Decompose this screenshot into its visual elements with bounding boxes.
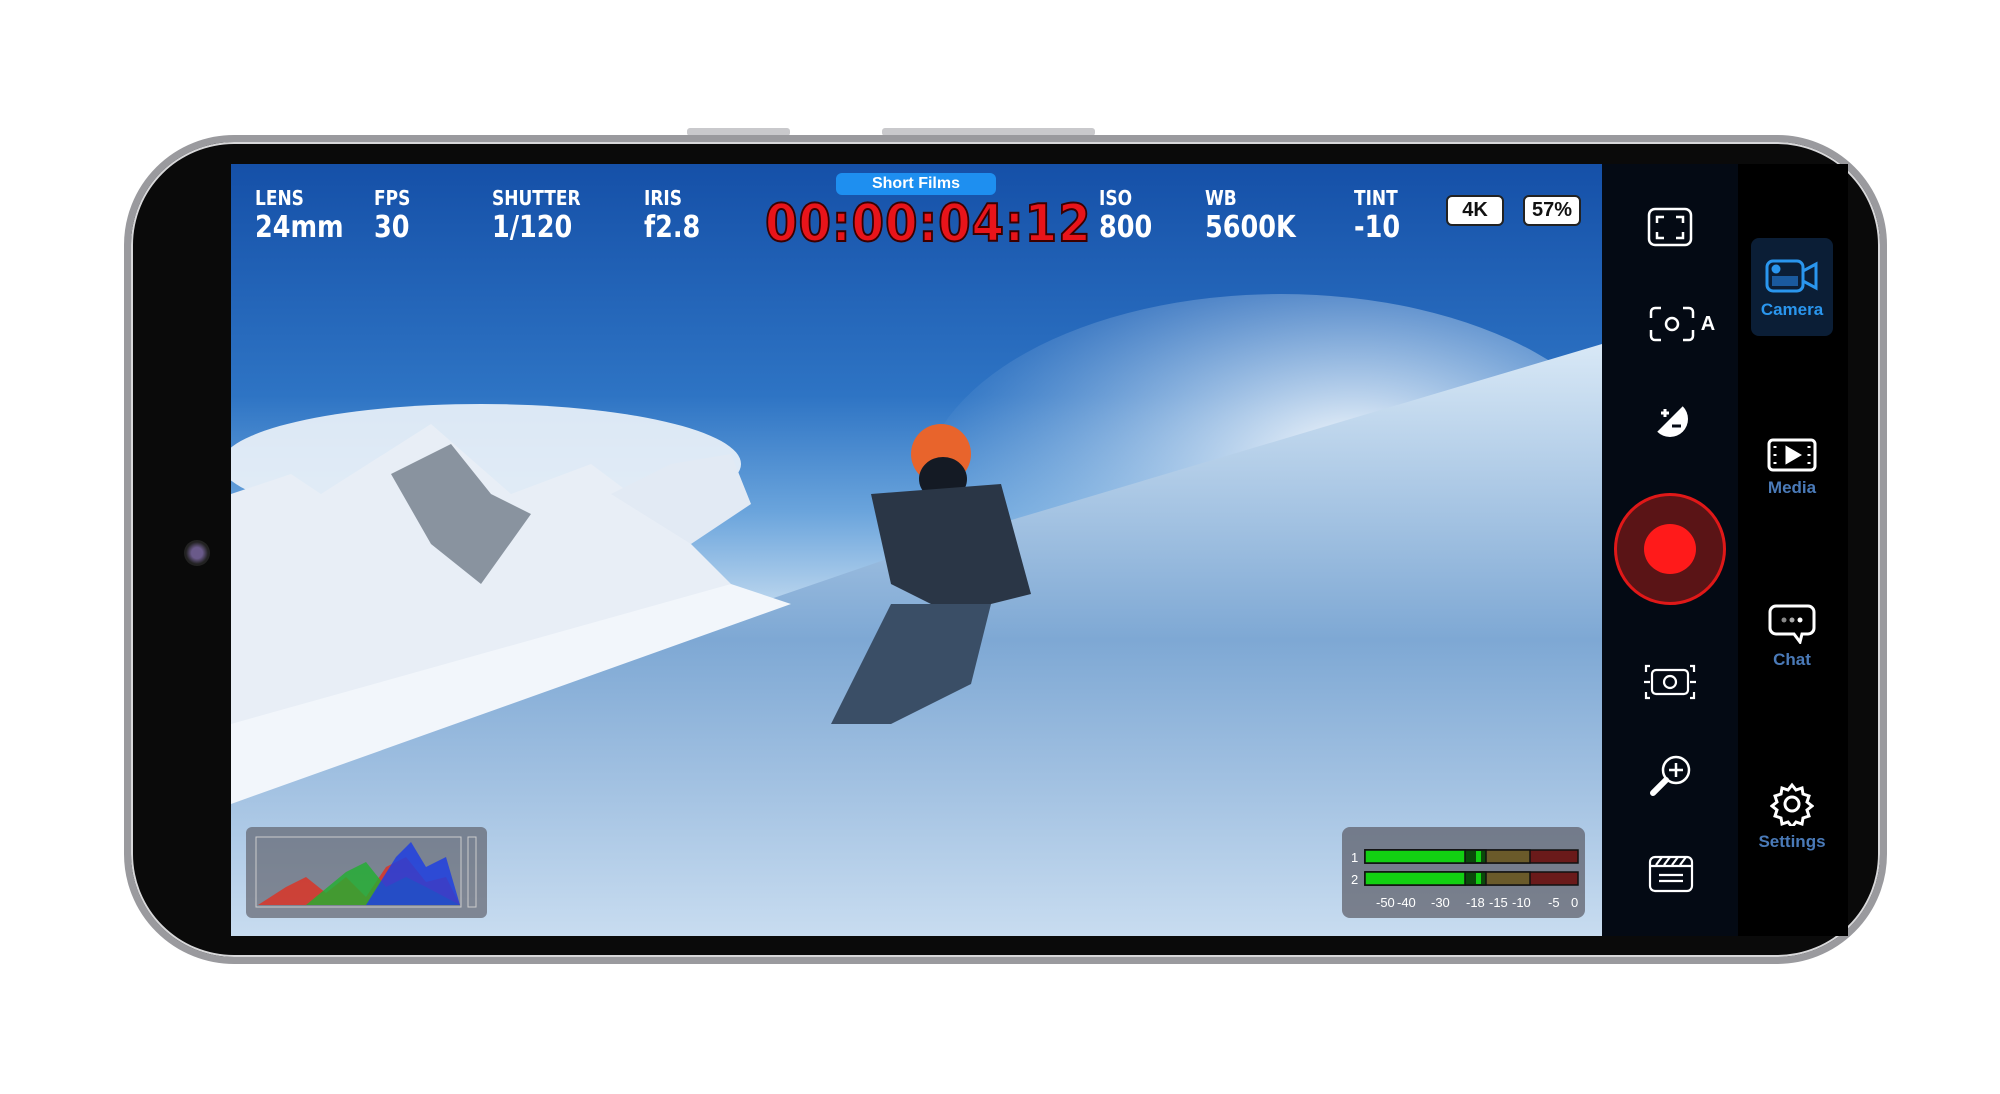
chat-bubble-icon [1768, 604, 1816, 644]
shutter-value[interactable]: 1/120 [492, 210, 572, 245]
scale-tick: -50 [1376, 895, 1395, 910]
tint-value[interactable]: -10 [1354, 210, 1400, 245]
timecode: 00:00:04:12 [764, 193, 1092, 255]
histogram[interactable] [246, 827, 487, 918]
nav-media-label: Media [1767, 478, 1817, 497]
frame-guides-icon[interactable] [1645, 205, 1695, 249]
auto-focus-icon[interactable]: A [1642, 302, 1722, 346]
slate-icon[interactable] [1648, 853, 1694, 893]
lens-value[interactable]: 24mm [255, 210, 344, 245]
viewfinder[interactable] [231, 164, 1602, 936]
fps-label: FPS [374, 186, 411, 210]
front-camera [184, 540, 210, 566]
nav-camera[interactable]: Camera [1751, 238, 1833, 336]
iris-value[interactable]: f2.8 [644, 210, 700, 245]
resolution-badge[interactable]: 4K [1446, 195, 1504, 226]
scale-tick: 0 [1571, 895, 1579, 910]
histogram-graph [255, 836, 477, 908]
nav-chat-label: Chat [1773, 650, 1811, 669]
scale-tick: -40 [1397, 895, 1416, 910]
record-button[interactable] [1614, 493, 1726, 605]
fps-value[interactable]: 30 [374, 210, 409, 245]
iso-value[interactable]: 800 [1099, 210, 1152, 245]
project-badge[interactable]: Short Films [836, 173, 996, 195]
battery-indicator: 57% [1523, 195, 1581, 226]
focus-mode-label: A [1700, 312, 1716, 335]
scale-tick: -30 [1431, 895, 1450, 910]
tint-label: TINT [1354, 186, 1398, 210]
nav-media[interactable]: Media [1751, 438, 1833, 498]
audio-meter[interactable]: 1 2 -50 -40 -30 -18 -15 -10 -5 0 [1342, 827, 1585, 918]
camera-preview-scene [231, 294, 1602, 936]
iris-label: IRIS [644, 186, 682, 210]
shutter-label: SHUTTER [492, 186, 581, 210]
nav-settings[interactable]: Settings [1751, 782, 1833, 852]
nav-chat[interactable]: Chat [1751, 604, 1833, 670]
film-play-icon [1767, 438, 1817, 472]
iso-label: ISO [1099, 186, 1133, 210]
nav-settings-label: Settings [1758, 832, 1826, 851]
zoom-icon[interactable] [1648, 752, 1694, 798]
exposure-icon[interactable] [1648, 397, 1692, 441]
scale-tick: -18 [1466, 895, 1485, 910]
scale-tick: -5 [1548, 895, 1560, 910]
lens-label: LENS [255, 186, 304, 210]
scale-tick: -15 [1489, 895, 1508, 910]
scale-tick: -10 [1512, 895, 1531, 910]
record-dot-icon [1644, 524, 1696, 574]
video-camera-icon [1765, 259, 1818, 293]
gear-icon [1770, 782, 1814, 826]
wb-value[interactable]: 5600K [1205, 210, 1296, 245]
nav-camera-label: Camera [1760, 300, 1824, 319]
stabilization-icon[interactable] [1642, 660, 1698, 704]
wb-label: WB [1205, 186, 1237, 210]
